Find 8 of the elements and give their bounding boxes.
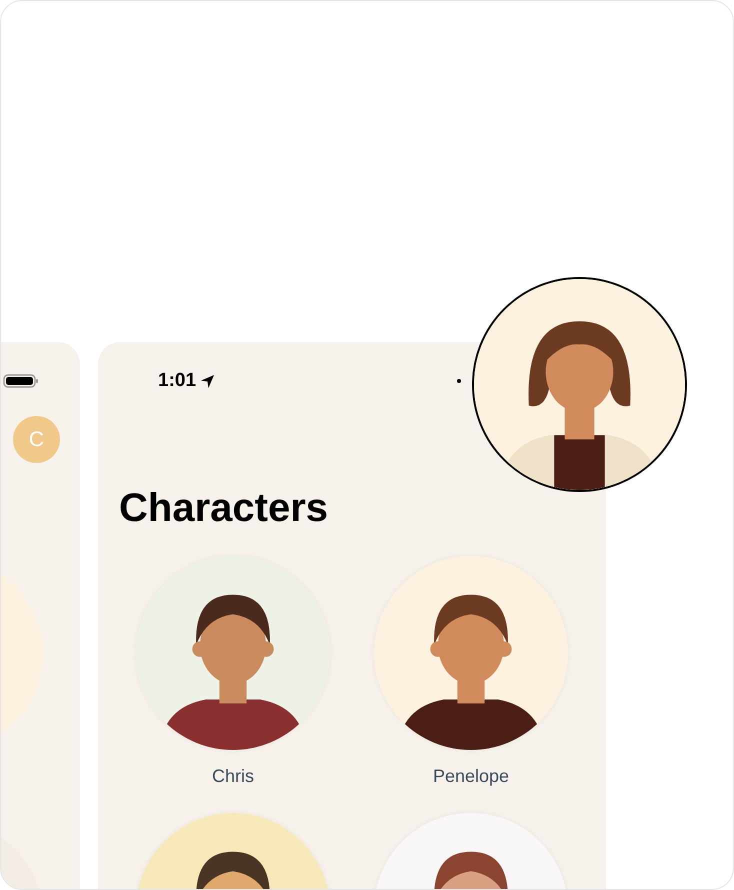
- battery-icon: [3, 374, 39, 388]
- status-time: 1:01: [158, 370, 196, 392]
- signal-dot-icon: [457, 379, 462, 383]
- location-arrow-icon: [200, 374, 216, 388]
- page-title: Characters: [119, 488, 330, 528]
- avatar[interactable]: C: [13, 416, 60, 463]
- character-name: Penelope: [432, 766, 510, 787]
- character-name: Chris: [212, 766, 254, 787]
